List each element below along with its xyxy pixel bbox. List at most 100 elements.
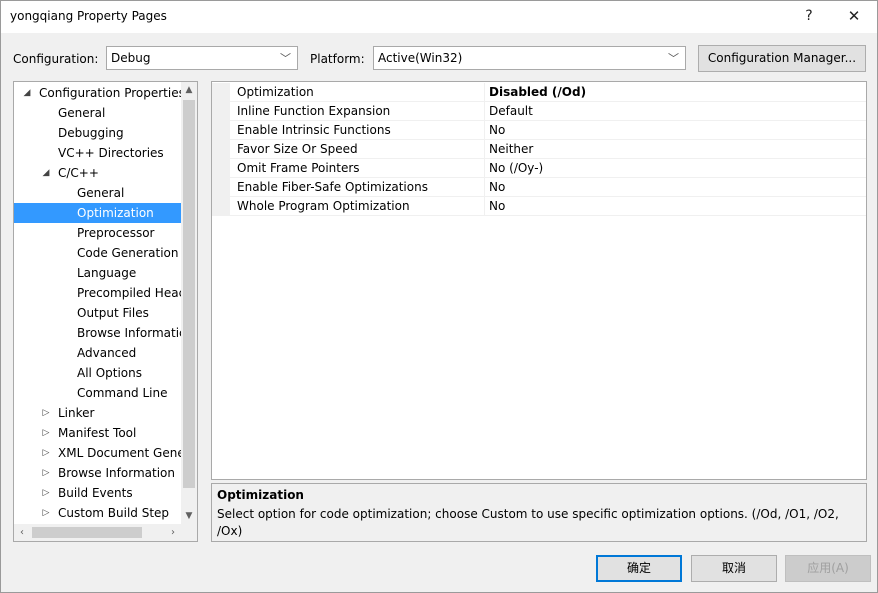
tree-item[interactable]: Code Generation <box>14 243 181 263</box>
tree-item-label: XML Document Gene <box>58 446 181 460</box>
configuration-combo[interactable]: Debug ﹀ <box>106 46 298 70</box>
column-divider <box>484 102 485 121</box>
collapsed-arrow-icon[interactable]: ▷ <box>41 423 51 443</box>
scroll-up-icon[interactable]: ▲ <box>181 82 197 98</box>
property-name: Enable Fiber-Safe Optimizations <box>237 180 428 194</box>
tree-item-label: Browse Information <box>58 466 175 480</box>
row-gutter <box>212 121 230 140</box>
tree-item[interactable]: Debugging <box>14 123 181 143</box>
property-value[interactable]: No <box>489 123 505 137</box>
apply-button[interactable]: 应用(A) <box>785 555 871 582</box>
tree-item-label: Advanced <box>77 346 137 360</box>
tree-item-label: Debugging <box>58 126 124 140</box>
tree-item[interactable]: All Options <box>14 363 181 383</box>
tree-item-label: Manifest Tool <box>58 426 137 440</box>
platform-combo[interactable]: Active(Win32) ﹀ <box>373 46 686 70</box>
property-name: Optimization <box>237 85 314 99</box>
column-divider <box>484 159 485 178</box>
tree-item-label: Browse Informatic <box>77 326 181 340</box>
column-divider <box>484 140 485 159</box>
property-tree[interactable]: ◢ Configuration Properties General Debuggin… <box>13 81 198 542</box>
tree-item[interactable]: Optimization <box>14 203 181 223</box>
tree-vertical-scrollbar[interactable]: ▲ ▼ <box>181 82 197 524</box>
property-row[interactable]: Enable Fiber-Safe Optimizations No <box>212 178 866 197</box>
tree-item[interactable]: ▷ Linker <box>14 403 181 423</box>
property-row[interactable]: Enable Intrinsic Functions No <box>212 121 866 140</box>
tree-item-label: Custom Build Step <box>58 506 170 520</box>
tree-item[interactable]: Preprocessor <box>14 223 181 243</box>
scroll-thumb[interactable] <box>183 100 195 488</box>
column-divider <box>484 121 485 140</box>
collapsed-arrow-icon[interactable]: ▷ <box>41 463 51 483</box>
configuration-value: Debug <box>111 51 151 65</box>
property-row[interactable]: Favor Size Or Speed Neither <box>212 140 866 159</box>
property-value[interactable]: No (/Oy-) <box>489 161 543 175</box>
property-row[interactable]: Whole Program Optimization No <box>212 197 866 216</box>
property-pages-dialog: yongqiang Property Pages ? ✕ Configurati… <box>0 0 878 593</box>
scroll-left-icon[interactable]: ‹ <box>14 524 30 541</box>
window-title: yongqiang Property Pages <box>10 9 167 23</box>
property-value[interactable]: No <box>489 199 505 213</box>
property-name: Enable Intrinsic Functions <box>237 123 391 137</box>
collapsed-arrow-icon[interactable]: ▷ <box>41 403 51 423</box>
tree-item-label: Linker <box>58 406 95 420</box>
property-name: Inline Function Expansion <box>237 104 391 118</box>
tree-item-label: General <box>77 186 125 200</box>
close-button[interactable]: ✕ <box>832 1 876 33</box>
tree-item-label: Optimization <box>77 206 154 220</box>
collapsed-arrow-icon[interactable]: ▷ <box>41 483 51 503</box>
property-value[interactable]: Disabled (/Od) <box>489 85 586 99</box>
tree-horizontal-scrollbar[interactable]: ‹ › <box>14 524 181 541</box>
collapsed-arrow-icon[interactable]: ▷ <box>41 443 51 463</box>
scroll-corner <box>181 524 197 541</box>
tree-item[interactable]: ▷ Custom Build Step <box>14 503 181 523</box>
property-name: Omit Frame Pointers <box>237 161 360 175</box>
tree-item[interactable]: General <box>14 183 181 203</box>
ok-button[interactable]: 确定 <box>596 555 682 582</box>
platform-value: Active(Win32) <box>378 51 463 65</box>
tree-item[interactable]: Output Files <box>14 303 181 323</box>
tree-item[interactable]: VC++ Directories <box>14 143 181 163</box>
tree-item[interactable]: Advanced <box>14 343 181 363</box>
cancel-button[interactable]: 取消 <box>691 555 777 582</box>
column-divider <box>484 197 485 216</box>
tree-item[interactable]: ◢ C/C++ <box>14 163 181 183</box>
tree-item[interactable]: General <box>14 103 181 123</box>
tree-item-label: General <box>58 106 106 120</box>
expanded-arrow-icon[interactable]: ◢ <box>41 163 51 183</box>
property-row[interactable]: Inline Function Expansion Default <box>212 102 866 121</box>
configuration-label: Configuration: <box>13 52 99 66</box>
tree-item[interactable]: ▷ Manifest Tool <box>14 423 181 443</box>
tree-item[interactable]: ▷ Build Events <box>14 483 181 503</box>
tree-item-label: C/C++ <box>58 166 99 180</box>
tree-item[interactable]: Command Line <box>14 383 181 403</box>
row-gutter <box>212 159 230 178</box>
property-value[interactable]: Neither <box>489 142 533 156</box>
scroll-thumb[interactable] <box>32 527 142 538</box>
tree-item[interactable]: Precompiled Heac <box>14 283 181 303</box>
expanded-arrow-icon[interactable]: ◢ <box>22 83 32 103</box>
property-grid: Optimization Disabled (/Od) Inline Functio… <box>211 81 867 480</box>
scroll-down-icon[interactable]: ▼ <box>181 508 197 524</box>
tree-item[interactable]: ▷ Browse Information <box>14 463 181 483</box>
tree-item[interactable]: ▷ XML Document Gene <box>14 443 181 463</box>
collapsed-arrow-icon[interactable]: ▷ <box>41 503 51 523</box>
configuration-manager-button[interactable]: Configuration Manager... <box>698 45 866 72</box>
tree-item-label: Command Line <box>77 386 168 400</box>
tree-item[interactable]: ◢ Configuration Properties <box>14 83 181 103</box>
chevron-down-icon: ﹀ <box>668 52 679 65</box>
title-bar: yongqiang Property Pages ? ✕ <box>1 1 877 33</box>
column-divider <box>484 178 485 197</box>
property-value[interactable]: Default <box>489 104 533 118</box>
row-gutter <box>212 197 230 216</box>
tree-item[interactable]: Browse Informatic <box>14 323 181 343</box>
help-button[interactable]: ? <box>787 1 831 33</box>
tree-item[interactable]: Language <box>14 263 181 283</box>
property-row[interactable]: Omit Frame Pointers No (/Oy-) <box>212 159 866 178</box>
property-row[interactable]: Optimization Disabled (/Od) <box>212 83 866 102</box>
property-value[interactable]: No <box>489 180 505 194</box>
tree-item-label: Language <box>77 266 137 280</box>
platform-label: Platform: <box>310 52 365 66</box>
description-text: Select option for code optimization; cho… <box>217 507 839 538</box>
scroll-right-icon[interactable]: › <box>165 524 181 541</box>
